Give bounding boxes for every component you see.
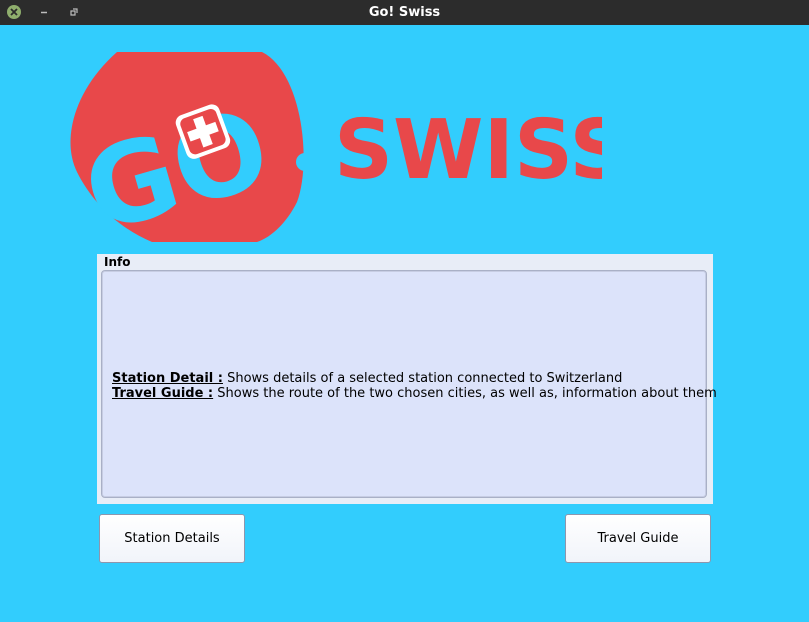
info-line-station: Station Detail : Shows details of a sele… <box>112 371 717 386</box>
info-panel: Info Station Detail : Shows details of a… <box>97 254 717 504</box>
station-details-button[interactable]: Station Details <box>99 514 245 563</box>
logo-swiss-text: SWISS <box>334 103 602 198</box>
info-line-travel: Travel Guide : Shows the route of the tw… <box>112 386 717 401</box>
travel-guide-text: Shows the route of the two chosen cities… <box>213 386 717 401</box>
window-title: Go! Swiss <box>368 5 441 20</box>
info-text-box[interactable]: Station Detail : Shows details of a sele… <box>101 270 717 498</box>
go-swiss-logo: GO SWISS <box>62 52 628 257</box>
travel-guide-button[interactable]: Travel Guide <box>565 514 711 563</box>
station-detail-label: Station Detail : <box>112 371 223 386</box>
info-title: Info <box>104 255 131 269</box>
title-bar: Go! Swiss <box>0 0 809 25</box>
station-detail-text: Shows details of a selected station conn… <box>222 371 623 386</box>
travel-guide-label: Travel Guide : <box>112 386 214 401</box>
info-lines: Station Detail : Shows details of a sele… <box>112 371 717 401</box>
